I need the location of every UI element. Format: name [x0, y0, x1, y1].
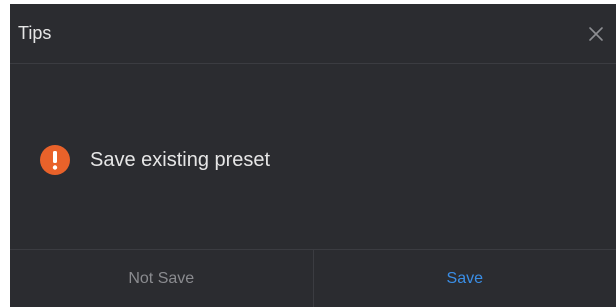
dialog-message: Save existing preset [90, 149, 271, 171]
warning-icon [39, 144, 71, 176]
tips-dialog: Tips Save existing preset Not Save Save [10, 4, 616, 307]
dialog-header: Tips [10, 4, 616, 64]
close-icon[interactable] [586, 24, 606, 44]
not-save-button[interactable]: Not Save [10, 250, 314, 307]
save-button[interactable]: Save [314, 250, 616, 307]
dialog-footer: Not Save Save [10, 249, 616, 307]
dialog-body: Save existing preset [10, 64, 616, 249]
dialog-title: Tips [18, 23, 52, 43]
